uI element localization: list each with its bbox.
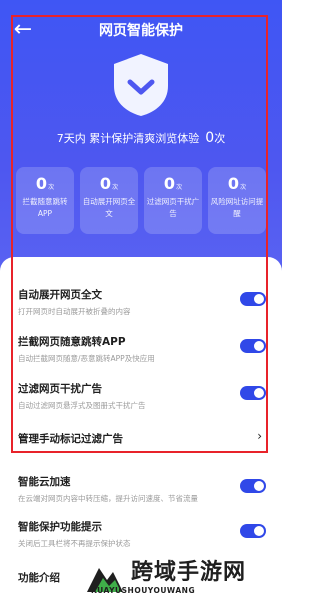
setting-title: 自动展开网页全文 [18, 289, 102, 301]
stat-card-risk: 0次 风险网址访问提醒 [208, 167, 266, 234]
setting-title: 智能保护功能提示 [18, 521, 102, 533]
setting-row-redirect[interactable]: 拦截网页随意跳转APP 自动拦截网页随意/恶意跳转APP及快应用 [18, 334, 266, 364]
expand-toggle[interactable] [240, 292, 266, 306]
stat-unit: 次 [240, 184, 247, 191]
stat-label: 自动展开网页全文 [82, 197, 136, 218]
protection-summary: 7天内 累计保护清爽浏览体验 0次 [0, 130, 282, 146]
setting-title: 智能云加速 [18, 476, 71, 488]
watermark-text: 跨域手游网 [131, 559, 247, 585]
stat-value: 0 [99, 174, 112, 193]
stat-card-ads: 0次 过滤网页干扰广告 [144, 167, 202, 234]
setting-title: 过滤网页干扰广告 [18, 383, 102, 395]
ads-toggle[interactable] [240, 386, 266, 400]
stat-label: 风险网址访问提醒 [210, 197, 264, 218]
stat-card-expand: 0次 自动展开网页全文 [80, 167, 138, 234]
stats-row: 0次 拦截随意跳转APP 0次 自动展开网页全文 0次 过滤网页干扰广告 0次 … [16, 167, 266, 234]
setting-title: 拦截网页随意跳转APP [18, 336, 126, 348]
setting-row-tips[interactable]: 智能保护功能提示 关闭后工具栏将不再提示保护状态 [18, 519, 266, 549]
stat-card-redirect: 0次 拦截随意跳转APP [16, 167, 74, 234]
setting-subtitle: 自动拦截网页随意/恶意跳转APP及快应用 [18, 354, 155, 363]
redirect-toggle[interactable] [240, 339, 266, 353]
stat-label: 过滤网页干扰广告 [146, 197, 200, 218]
setting-row-ads[interactable]: 过滤网页干扰广告 自动过滤网页悬浮式及图册式干扰广告 [18, 381, 266, 411]
settings-panel: 自动展开网页全文 打开网页时自动展开被折叠的内容 拦截网页随意跳转APP 自动拦… [0, 257, 282, 602]
setting-subtitle: 自动过滤网页悬浮式及图册式干扰广告 [18, 401, 146, 410]
setting-subtitle: 关闭后工具栏将不再提示保护状态 [18, 539, 131, 548]
cloud-toggle[interactable] [240, 479, 266, 493]
watermark-subtext: KUAYUSHOUYOUWANG [91, 586, 196, 595]
shield-icon [114, 54, 168, 116]
setting-row-cloud[interactable]: 智能云加速 在云端对网页内容中转压缩，提升访问速度、节省流量 [18, 474, 266, 504]
setting-subtitle: 在云端对网页内容中转压缩，提升访问速度、节省流量 [18, 494, 198, 503]
setting-title: 管理手动标记过滤广告 [18, 433, 123, 445]
stat-value: 0 [35, 174, 48, 193]
summary-count: 0 [205, 130, 215, 146]
stat-unit: 次 [112, 184, 119, 191]
stat-label: 拦截随意跳转APP [22, 197, 68, 218]
page-title: 网页智能保护 [99, 23, 183, 39]
chevron-right-icon: › [257, 429, 262, 443]
tips-toggle[interactable] [240, 524, 266, 538]
summary-text: 7天内 累计保护清爽浏览体验 [56, 132, 200, 145]
stat-value: 0 [227, 174, 240, 193]
stat-value: 0 [163, 174, 176, 193]
hero-header: ← 网页智能保护 7天内 累计保护清爽浏览体验 0次 0次 拦截随意跳转APP 0… [0, 0, 282, 280]
summary-unit: 次 [214, 132, 226, 145]
setting-subtitle: 打开网页时自动展开被折叠的内容 [18, 307, 131, 316]
stat-unit: 次 [176, 184, 183, 191]
setting-row-expand[interactable]: 自动展开网页全文 打开网页时自动展开被折叠的内容 [18, 287, 266, 317]
watermark-logo: 跨域手游网 KUAYUSHOUYOUWANG [85, 552, 280, 600]
stat-unit: 次 [48, 184, 55, 191]
setting-row-manage-ads[interactable]: 管理手动标记过滤广告 › [18, 429, 266, 446]
